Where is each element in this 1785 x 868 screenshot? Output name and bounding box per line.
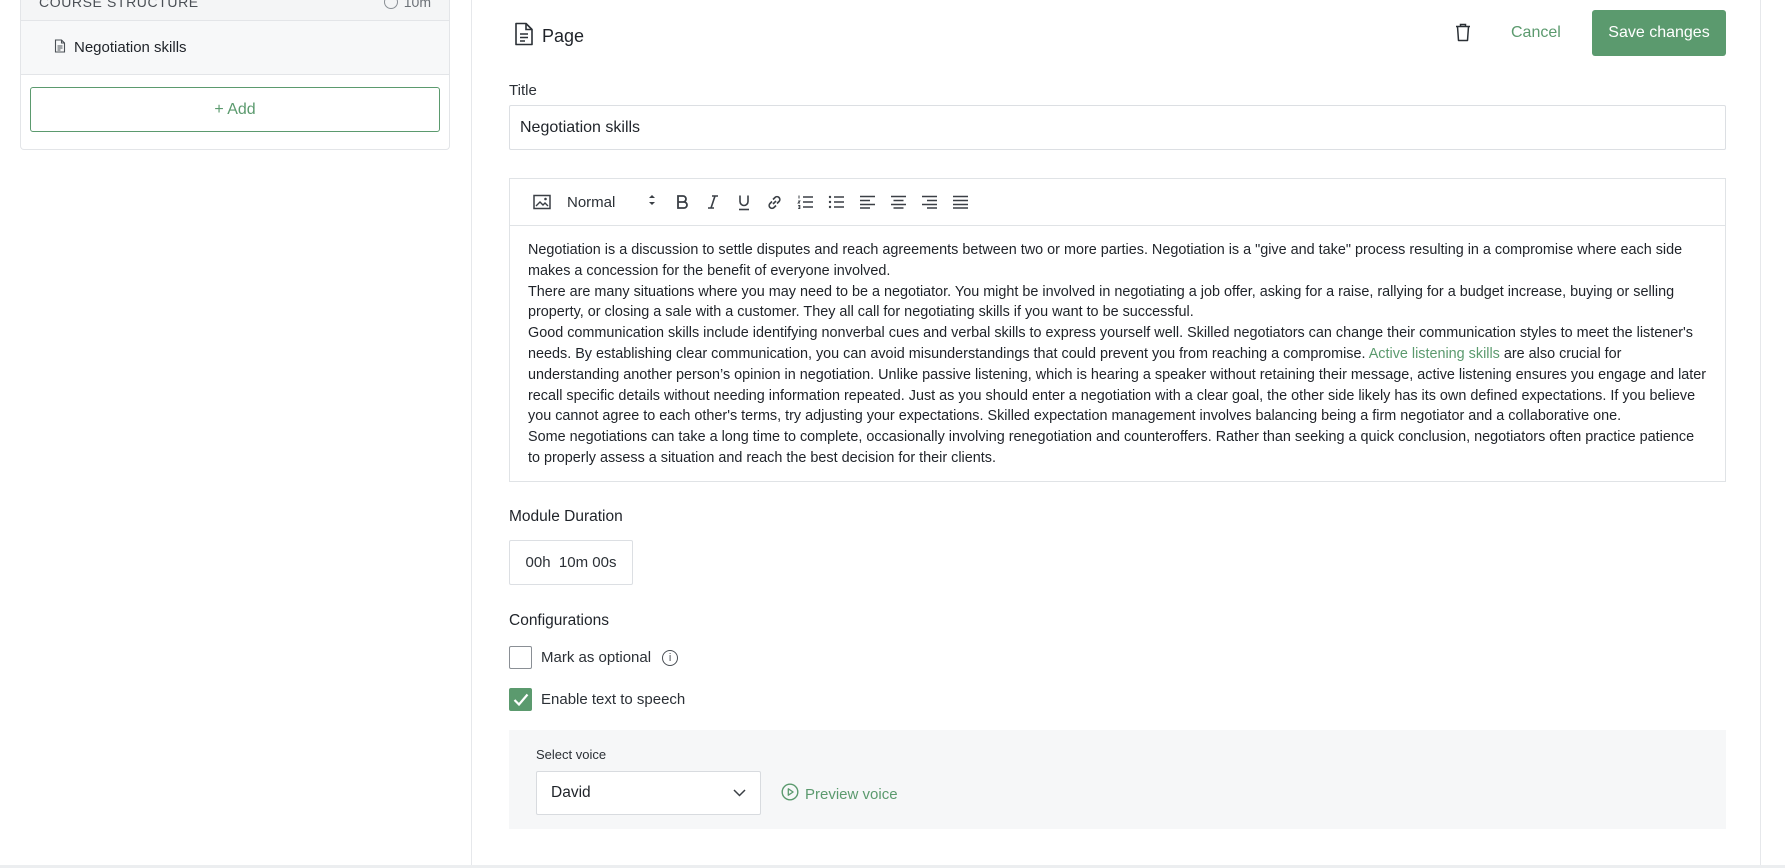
chevron-down-icon [733, 784, 746, 802]
course-sidebar: COURSE STRUCTURE 10m Negotiation skills … [0, 0, 472, 868]
mark-optional-checkbox[interactable] [509, 646, 532, 669]
preview-voice-button[interactable]: Preview voice [781, 783, 898, 805]
page-type-title: Page [514, 22, 584, 51]
module-duration-input[interactable]: 00h 10m 00s [509, 540, 633, 585]
text-format-select[interactable]: Normal [557, 187, 662, 217]
bold-button[interactable] [666, 187, 697, 217]
active-listening-link[interactable]: Active listening skills [1369, 346, 1500, 362]
align-justify-icon [953, 195, 968, 209]
course-structure-panel: COURSE STRUCTURE 10m Negotiation skills … [20, 0, 450, 150]
align-left-button[interactable] [852, 187, 883, 217]
editor-toolbar: Normal [510, 179, 1725, 226]
editor-header: Page Cancel Save changes [509, 10, 1726, 58]
editor-paragraph: Good communication skills include identi… [528, 323, 1707, 427]
text-to-speech-label: Enable text to speech [541, 691, 686, 708]
editor-paragraph: Negotiation is a discussion to settle di… [528, 242, 1683, 279]
course-duration: 10m [383, 0, 431, 10]
align-right-button[interactable] [914, 187, 945, 217]
sidebar-item-negotiation-skills[interactable]: Negotiation skills [21, 21, 449, 75]
info-icon[interactable]: i [662, 649, 679, 666]
document-icon [54, 38, 66, 57]
select-voice-label: Select voice [536, 747, 607, 762]
text-format-value: Normal [567, 193, 616, 211]
voice-select[interactable]: David [536, 771, 761, 815]
title-input[interactable]: Negotiation skills [509, 105, 1726, 150]
insert-image-button[interactable] [526, 187, 557, 217]
preview-voice-label: Preview voice [805, 785, 898, 803]
align-left-icon [860, 195, 875, 209]
editor-content[interactable]: Negotiation is a discussion to settle di… [510, 226, 1725, 469]
page-icon [514, 22, 534, 51]
text-to-speech-row: Enable text to speech [509, 688, 685, 711]
ordered-list-icon [797, 195, 813, 209]
add-button[interactable]: + Add [30, 87, 440, 132]
align-right-icon [922, 195, 937, 209]
voice-select-value: David [551, 784, 591, 801]
voice-settings-panel: Select voice David Preview voice [509, 730, 1726, 829]
align-justify-button[interactable] [945, 187, 976, 217]
configurations-label: Configurations [509, 612, 609, 629]
underline-button[interactable] [728, 187, 759, 217]
rich-text-editor: Normal Negotiation is a discussion to se… [509, 178, 1726, 482]
play-circle-icon [781, 783, 799, 805]
bold-icon [676, 195, 688, 209]
page-label: Page [542, 26, 585, 46]
italic-icon [707, 195, 718, 209]
clock-icon [383, 0, 398, 9]
sidebar-item-label: Negotiation skills [74, 39, 187, 56]
title-label: Title [509, 82, 537, 99]
editor-paragraph: There are many situations where you may … [528, 283, 1675, 321]
align-center-icon [891, 195, 906, 209]
checkmark-icon [513, 693, 528, 706]
bullet-list-icon [828, 195, 844, 209]
mark-optional-row: Mark as optional i [509, 646, 679, 669]
underline-icon [738, 195, 749, 210]
course-structure-label: COURSE STRUCTURE [39, 0, 199, 10]
module-duration-label: Module Duration [509, 508, 623, 525]
delete-button[interactable] [1455, 23, 1471, 47]
trash-icon [1455, 23, 1471, 46]
course-structure-header: COURSE STRUCTURE 10m [21, 0, 449, 21]
editor-paragraph: Some negotiations can take a long time t… [528, 429, 1695, 466]
cancel-button[interactable]: Cancel [1511, 24, 1561, 42]
scroll-divider [1760, 0, 1761, 868]
bullet-list-button[interactable] [821, 187, 852, 217]
course-duration-value: 10m [403, 0, 431, 10]
image-icon [532, 194, 551, 210]
ordered-list-button[interactable] [790, 187, 821, 217]
module-duration-value: 00h 10m 00s [525, 554, 617, 571]
mark-optional-label: Mark as optional [541, 649, 652, 666]
link-icon [768, 195, 781, 209]
link-button[interactable] [759, 187, 790, 217]
italic-button[interactable] [697, 187, 728, 217]
sort-arrows-icon [648, 193, 656, 211]
save-changes-button[interactable]: Save changes [1592, 10, 1726, 56]
align-center-button[interactable] [883, 187, 914, 217]
text-to-speech-checkbox[interactable] [509, 688, 532, 711]
